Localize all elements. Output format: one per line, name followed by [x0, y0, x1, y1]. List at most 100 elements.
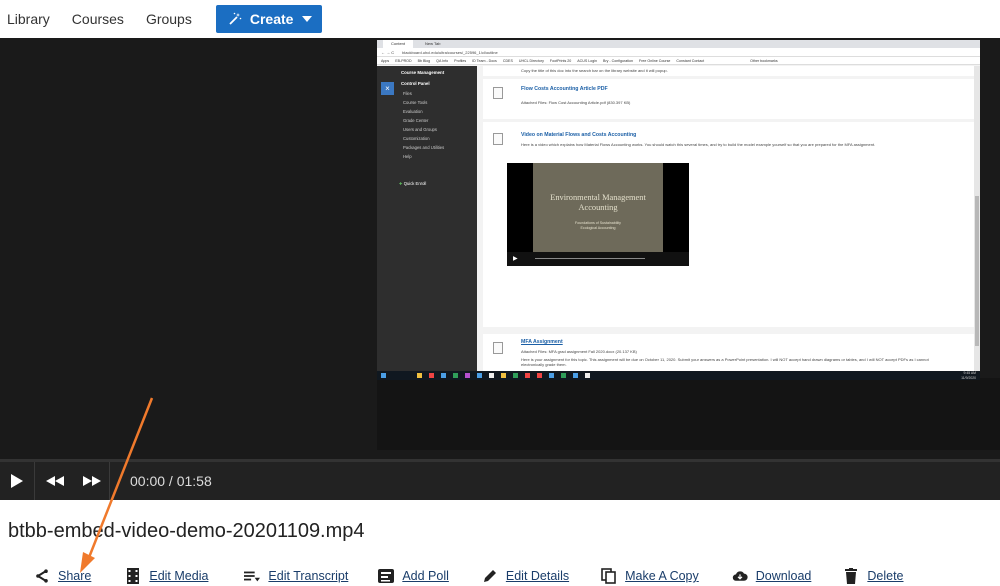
- share-label: Share: [58, 569, 92, 583]
- course-management-heading: Course Management: [401, 70, 445, 75]
- download-button[interactable]: Download: [732, 568, 812, 584]
- cp-item: Customization: [403, 136, 430, 141]
- content-card: Copy the title of this doc into the sear…: [483, 66, 974, 76]
- create-button-label: Create: [249, 11, 294, 27]
- play-button[interactable]: [0, 462, 34, 500]
- cp-item: Grade Center: [403, 118, 429, 123]
- bookmark: Free Online Course: [639, 58, 671, 63]
- timecode: 00:00 / 01:58: [130, 473, 212, 489]
- address-bar: ← → C blackboard.uhcl.edu/ultra/courses/…: [377, 48, 980, 57]
- course-content: Copy the title of this doc into the sear…: [477, 66, 980, 378]
- cp-item: Help: [403, 154, 412, 159]
- transcript-icon: [244, 568, 261, 584]
- film-icon: [125, 568, 141, 584]
- share-icon: [34, 568, 50, 584]
- card-text: Attached Files: MFA grad assignment Fall…: [521, 349, 637, 354]
- fast-forward-icon: [83, 476, 101, 486]
- edit-transcript-button[interactable]: Edit Transcript: [244, 568, 348, 584]
- bookmark: UHCL Directory: [518, 58, 544, 63]
- bookmark: ACUS Login: [577, 58, 598, 63]
- card-text: Here is a video which explains how Mater…: [521, 142, 876, 147]
- media-title: btbb-embed-video-demo-20201109.mp4: [8, 520, 365, 542]
- browser-tab: Content: [383, 40, 414, 48]
- quick-enroll: ✚ Quick Enroll: [377, 161, 477, 186]
- document-icon: [493, 133, 503, 145]
- bookmark: Bb Blog: [417, 58, 431, 63]
- card-title: Video on Material Flows and Costs Accoun…: [521, 132, 637, 138]
- chevron-down-icon: [302, 16, 313, 22]
- nav-courses[interactable]: Courses: [72, 11, 124, 27]
- bookmark: FootPrints 20: [549, 58, 572, 63]
- divider: [109, 462, 110, 500]
- add-poll-button[interactable]: Add Poll: [378, 568, 449, 584]
- bookmark: QA Info: [436, 58, 449, 63]
- rewind-button[interactable]: [35, 462, 75, 500]
- card-text: Copy the title of this doc into the sear…: [521, 68, 668, 73]
- video-player[interactable]: Content New Tab ← → C blackboard.uhcl.ed…: [0, 38, 1000, 500]
- control-panel: Course Management × Control Panel Files …: [377, 66, 477, 371]
- video-letterbox: [377, 378, 1000, 450]
- media-actions: Share Edit Media Edit Transcript Add Pol…: [34, 566, 934, 586]
- make-a-copy-button[interactable]: Make A Copy: [601, 568, 699, 584]
- progress-bar[interactable]: [0, 459, 1000, 462]
- edit-media-label: Edit Media: [149, 569, 209, 583]
- download-label: Download: [755, 569, 812, 583]
- bookmarks-bar: Apps EB-PROD Bb Blog QA Info Profiles ID…: [377, 57, 980, 65]
- share-button[interactable]: Share: [34, 568, 91, 584]
- edit-details-button[interactable]: Edit Details: [482, 568, 569, 584]
- video-frame[interactable]: Content New Tab ← → C blackboard.uhcl.ed…: [0, 38, 1000, 450]
- embedded-player-bar: ▶: [507, 252, 689, 266]
- player-controls: 00:00 / 01:58: [0, 459, 1000, 500]
- bookmark: CDES: [502, 58, 513, 63]
- cp-item: Evaluation: [403, 109, 423, 114]
- card-text: Attached Files: Flow Cost Accounting Art…: [521, 100, 631, 105]
- poll-icon: [378, 568, 395, 584]
- slide-subtitle: Foundations of Sustainability Ecological …: [575, 221, 621, 230]
- create-button[interactable]: Create: [215, 5, 323, 33]
- fast-forward-button[interactable]: [75, 462, 109, 500]
- bookmark: ID Team - Docs: [472, 58, 497, 63]
- edit-details-label: Edit Details: [505, 569, 570, 583]
- cp-item: Users and Groups: [403, 127, 437, 132]
- address-text: blackboard.uhcl.edu/ultra/courses/_22596…: [402, 49, 498, 55]
- cp-item: Packages and Utilities: [403, 145, 445, 150]
- bookmark: EB-PROD: [395, 58, 412, 63]
- play-icon: ▶: [513, 256, 518, 262]
- copy-icon: [601, 568, 617, 584]
- play-icon: [11, 474, 23, 488]
- recorded-browser: Content New Tab ← → C blackboard.uhcl.ed…: [377, 40, 980, 380]
- edit-media-button[interactable]: Edit Media: [125, 568, 208, 584]
- windows-taskbar: 9:45 AM 11/9/2020: [377, 371, 980, 380]
- nav-arrows-icon: ← → C: [381, 49, 395, 55]
- browser-tabs: Content New Tab: [377, 40, 980, 48]
- cp-item: Course Tools: [403, 100, 428, 105]
- document-icon: [493, 87, 503, 99]
- card-text: Here is your assignment for this topic. …: [521, 357, 929, 367]
- nav-groups[interactable]: Groups: [146, 11, 192, 27]
- browser-tab: New Tab: [417, 40, 449, 48]
- make-a-copy-label: Make A Copy: [625, 569, 699, 583]
- card-title: MFA Assignment: [521, 339, 563, 345]
- clock-date: 11/9/2020: [961, 375, 976, 380]
- document-icon: [493, 342, 503, 354]
- add-poll-label: Add Poll: [402, 569, 449, 583]
- pencil-icon: [482, 568, 498, 584]
- trash-icon: [843, 568, 859, 584]
- embedded-video-thumbnail: Environmental Management Accounting Foun…: [507, 163, 689, 266]
- nav-library[interactable]: Library: [7, 11, 50, 27]
- bookmark: Constant Contact: [676, 58, 705, 63]
- rewind-icon: [46, 476, 64, 486]
- clock-time: 9:45 AM: [963, 371, 976, 375]
- close-icon: ×: [381, 82, 394, 95]
- scrollbar: [974, 66, 980, 371]
- bookmark: Bry - Configuration: [603, 58, 634, 63]
- content-card: Flow Costs Accounting Article PDF Attach…: [483, 79, 974, 119]
- progress-track: [535, 258, 645, 259]
- card-title: Flow Costs Accounting Article PDF: [521, 86, 608, 92]
- edit-transcript-label: Edit Transcript: [268, 569, 349, 583]
- bookmark: Other bookmarks: [750, 58, 778, 63]
- bookmark: Profiles: [454, 58, 467, 63]
- bookmark: Apps: [381, 58, 390, 63]
- slide-title: Environmental Management Accounting: [550, 193, 646, 212]
- delete-button[interactable]: Delete: [843, 568, 904, 584]
